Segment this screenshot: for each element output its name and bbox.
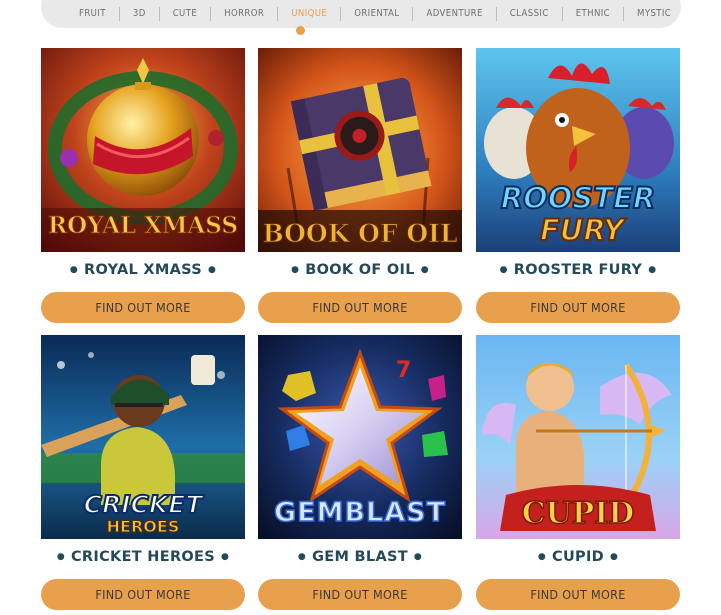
game-thumbnail[interactable]: ROYAL XMASS xyxy=(41,48,245,252)
filter-mystic[interactable]: MYSTIC xyxy=(623,7,684,21)
active-filter-indicator xyxy=(296,26,305,35)
game-title[interactable]: ● ROYAL XMASS ● xyxy=(41,262,245,280)
cupid-logo: CUPID xyxy=(522,496,635,531)
game-thumbnail[interactable]: CRICKET HEROES xyxy=(41,335,245,539)
game-thumbnail[interactable]: CUPID xyxy=(476,335,680,539)
bullet-icon: ● xyxy=(221,552,230,562)
find-out-more-button[interactable]: FIND OUT MORE xyxy=(476,579,680,610)
game-title[interactable]: ● BOOK OF OIL ● xyxy=(258,262,462,280)
bullet-icon: ● xyxy=(537,552,546,562)
rooster-fury-logo-line1: ROOSTER xyxy=(501,181,655,215)
game-title[interactable]: ● GEM BLAST ● xyxy=(258,549,462,567)
find-out-more-button[interactable]: FIND OUT MORE xyxy=(41,579,245,610)
rooster-fury-logo-line2: FURY xyxy=(540,213,627,247)
bullet-icon: ● xyxy=(499,265,508,275)
filter-classic[interactable]: CLASSIC xyxy=(495,7,562,21)
game-card-cricket-heroes: CRICKET HEROES ● CRICKET HEROES ● FIND OUT… xyxy=(41,335,245,610)
game-title[interactable]: ● CRICKET HEROES ● xyxy=(41,549,245,567)
filter-adventure[interactable]: ADVENTURE xyxy=(412,7,495,21)
cricket-heroes-logo-line1: CRICKET xyxy=(84,490,205,519)
game-thumbnail[interactable]: ROOSTER FURY xyxy=(476,48,680,252)
filter-ethnic[interactable]: ETHNIC xyxy=(561,7,623,21)
find-out-more-button[interactable]: FIND OUT MORE xyxy=(476,292,680,323)
game-title[interactable]: ● CUPID ● xyxy=(476,549,680,567)
find-out-more-button[interactable]: FIND OUT MORE xyxy=(258,579,462,610)
bullet-icon: ● xyxy=(69,265,79,275)
filter-oriental[interactable]: ORIENTAL xyxy=(340,7,412,21)
royal-xmass-logo: ROYAL XMASS xyxy=(48,212,238,239)
bullet-icon: ● xyxy=(420,265,429,275)
bullet-icon: ● xyxy=(297,552,307,562)
svg-text:7: 7 xyxy=(396,358,411,383)
category-filter-bar: FRUIT 3D CUTE HORROR UNIQUE ORIENTAL ADV… xyxy=(41,0,681,28)
bullet-icon: ● xyxy=(207,265,217,275)
game-title[interactable]: ● ROOSTER FURY ● xyxy=(476,262,680,280)
find-out-more-button[interactable]: FIND OUT MORE xyxy=(41,292,245,323)
bullet-icon: ● xyxy=(291,265,300,275)
game-card-rooster-fury: ROOSTER FURY ● ROOSTER FURY ● FIND OUT MOR… xyxy=(476,48,680,323)
filter-horror[interactable]: HORROR xyxy=(210,7,277,21)
filter-cute[interactable]: CUTE xyxy=(158,7,210,21)
game-thumbnail[interactable]: 7 GEMBLAST xyxy=(258,335,462,539)
cricket-heroes-logo-line2: HEROES xyxy=(107,517,180,536)
filter-3d[interactable]: 3D xyxy=(118,7,159,21)
game-card-gem-blast: 7 GEMBLAST ● GEM BLAST ● FIND OUT MORE xyxy=(258,335,462,610)
bullet-icon: ● xyxy=(413,552,423,562)
game-card-book-of-oil: BOOK OF OIL ● BOOK OF OIL ● FIND OUT MORE xyxy=(258,48,462,323)
filter-fruit[interactable]: FRUIT xyxy=(67,7,119,21)
bullet-icon: ● xyxy=(609,552,619,562)
book-of-oil-logo: BOOK OF OIL xyxy=(263,219,458,248)
game-card-cupid: CUPID ● CUPID ● FIND OUT MORE xyxy=(476,335,680,610)
bullet-icon: ● xyxy=(56,552,65,562)
gem-blast-logo: GEMBLAST xyxy=(274,497,446,528)
game-thumbnail[interactable]: BOOK OF OIL xyxy=(258,48,462,252)
bullet-icon: ● xyxy=(648,265,657,275)
filter-unique[interactable]: UNIQUE xyxy=(277,7,340,21)
find-out-more-button[interactable]: FIND OUT MORE xyxy=(258,292,462,323)
game-card-royal-xmass: ROYAL XMASS ● ROYAL XMASS ● FIND OUT MORE xyxy=(41,48,245,323)
